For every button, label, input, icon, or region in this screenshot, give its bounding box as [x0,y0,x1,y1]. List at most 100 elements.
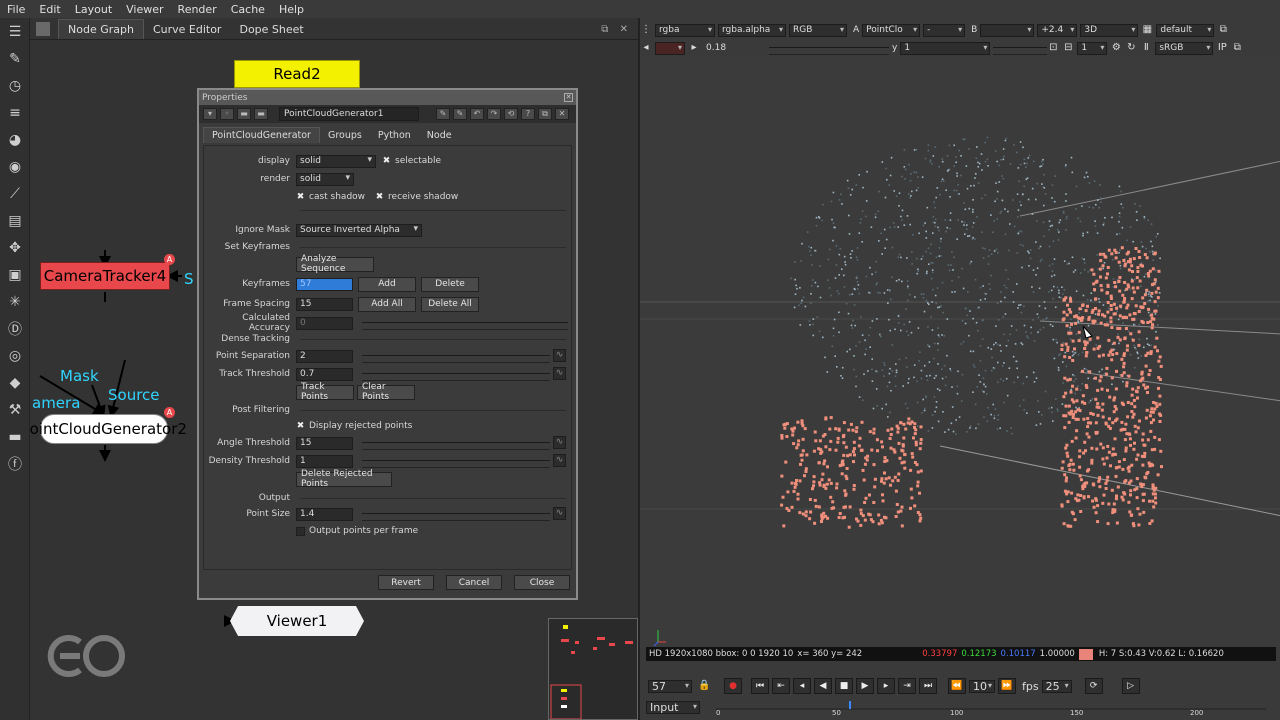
next-frame-icon[interactable]: ▸ [877,678,895,694]
fps-field[interactable]: 25 [1041,679,1072,693]
gain-slider[interactable] [769,41,889,55]
cancel-button[interactable]: Cancel [446,575,502,590]
skip-increment-field[interactable]: 10 [969,679,995,693]
colorspace-dropdown[interactable]: sRGB [1155,41,1214,55]
point-separation-field[interactable]: 2 [296,349,353,363]
add-keyframe-button[interactable]: Add [358,276,416,292]
output-per-frame-checkbox[interactable] [296,526,305,536]
cast-shadow-checkbox[interactable]: ✖ [296,192,305,202]
node-name-field[interactable]: PointCloudGenerator1 [279,107,419,121]
add-all-button[interactable]: Add All [358,296,416,312]
deep-icon[interactable]: Ⓓ [0,315,30,342]
gamma-slider[interactable] [993,41,1048,55]
metadata-icon[interactable]: ◆ [0,369,30,396]
menu-file[interactable]: File [0,3,32,16]
current-frame-field[interactable]: 57 [648,679,692,693]
3d-icon[interactable]: ▣ [0,261,30,288]
delete-rejected-points-button[interactable]: Delete Rejected Points [296,469,392,489]
skip-back-icon[interactable]: ⏪ [948,678,966,694]
read2-node[interactable]: Read2 [234,60,360,88]
color-swatch-2-icon[interactable]: ▬ [254,108,268,120]
camera-tracker-node[interactable]: CameraTracker4 [40,262,170,290]
proxy-dropdown[interactable]: 1 [1077,41,1108,55]
density-threshold-field[interactable]: 1 [296,454,353,468]
edit-2-icon[interactable]: ✎ [453,108,467,120]
particles-icon[interactable]: ✳ [0,288,30,315]
prev-frame-icon[interactable]: ◂ [793,678,811,694]
view-mode-dropdown[interactable]: 3D [1080,23,1139,37]
viewer-node[interactable]: Viewer1 [230,606,364,636]
tab-curve-editor[interactable]: Curve Editor [144,20,231,39]
gain-value[interactable]: 0.18 [706,43,766,53]
panel-grip-icon[interactable] [36,22,50,36]
proxy-icon[interactable]: ⊟ [1062,42,1074,54]
ip-icon[interactable]: IP [1216,42,1228,54]
loop-icon[interactable]: ⟳ [1084,678,1103,694]
transform-icon[interactable]: ✥ [0,234,30,261]
lock-icon[interactable]: 🔒 [698,680,710,692]
point-separation-slider[interactable] [362,349,550,363]
track-threshold-field[interactable]: 0.7 [296,367,353,381]
views-icon[interactable]: ◎ [0,342,30,369]
last-frame-icon[interactable]: ⏭ [919,678,937,694]
undo-icon[interactable]: ↶ [470,108,484,120]
gain-icon[interactable]: ◂ [640,42,652,54]
color-icon[interactable]: ◕ [0,126,30,153]
curve-icon[interactable]: ∿ [553,349,566,362]
display-channel-dropdown[interactable]: RGB [789,23,847,37]
point-size-slider[interactable] [362,507,550,521]
curve-icon[interactable]: ∿ [553,507,566,520]
menu-layout[interactable]: Layout [68,3,119,16]
track-points-button[interactable]: Track Points [296,382,354,402]
refresh-icon[interactable]: ↻ [1125,42,1137,54]
prev-keyframe-icon[interactable]: ⇤ [772,678,790,694]
panel-float-close-icon[interactable]: ⧉ ✕ [601,24,632,35]
curve-icon[interactable]: ∿ [553,436,566,449]
other-icon[interactable]: ▬ [0,423,30,450]
panel-icon[interactable]: ☰ [0,18,30,45]
keyframes-field[interactable]: 57 [296,277,353,291]
compare-mode-dropdown[interactable]: - [923,23,966,37]
menu-cache[interactable]: Cache [224,3,272,16]
keyer-icon[interactable]: ⟋ [0,180,30,207]
ignore-mask-dropdown[interactable]: Source Inverted Alpha [296,223,422,237]
channel-icon[interactable]: ≡ [0,99,30,126]
pause-icon[interactable]: Ⅱ [1140,42,1152,54]
frame-spacing-field[interactable]: 15 [296,297,353,311]
tab-dope-sheet[interactable]: Dope Sheet [230,20,312,39]
settings-icon[interactable]: ⚙ [1110,42,1122,54]
panel-grip-icon[interactable]: ⋮ [640,24,652,36]
dialog-titlebar[interactable]: Properties ✕ [199,90,576,105]
lut-dropdown[interactable]: default [1156,23,1215,37]
redo-icon[interactable]: ↷ [487,108,501,120]
filter-icon[interactable]: ◉ [0,153,30,180]
input-a-dropdown[interactable]: PointClo [862,23,921,37]
display-dropdown[interactable]: solid [296,154,376,168]
merge-icon[interactable]: ▤ [0,207,30,234]
point-size-field[interactable]: 1.4 [296,507,353,521]
record-icon[interactable]: ● [724,678,742,694]
display-rejected-checkbox[interactable]: ✖ [296,421,305,431]
menu-help[interactable]: Help [272,3,311,16]
clear-points-button[interactable]: Clear Points [357,382,415,402]
skip-forward-icon[interactable]: ⏩ [998,678,1016,694]
channels-dropdown[interactable]: rgba [655,23,715,37]
close-panel-icon[interactable]: ✕ [555,108,569,120]
point-cloud-generator-node[interactable]: PointCloudGenerator2 [30,414,187,444]
color-swatch-icon[interactable]: ▬ [237,108,251,120]
float-icon[interactable]: ⧉ [538,108,552,120]
help-icon[interactable]: ? [521,108,535,120]
close-button[interactable]: Close [514,575,570,590]
close-icon[interactable]: ✕ [564,93,573,102]
clock-icon[interactable]: ◷ [0,72,30,99]
pencil-icon[interactable]: ✎ [0,45,30,72]
tab-pointcloudgenerator[interactable]: PointCloudGenerator [203,127,320,143]
zoom-dropdown[interactable]: +2.4 [1037,23,1078,37]
center-node-icon[interactable]: ◦ [220,108,234,120]
gain-play-icon[interactable]: ▸ [688,42,700,54]
first-frame-icon[interactable]: ⏮ [751,678,769,694]
collapse-icon[interactable]: ▾ [203,108,217,120]
revert-button[interactable]: Revert [378,575,434,590]
float-icon[interactable]: ⧉ [1231,42,1243,54]
receive-shadow-checkbox[interactable]: ✖ [375,192,384,202]
